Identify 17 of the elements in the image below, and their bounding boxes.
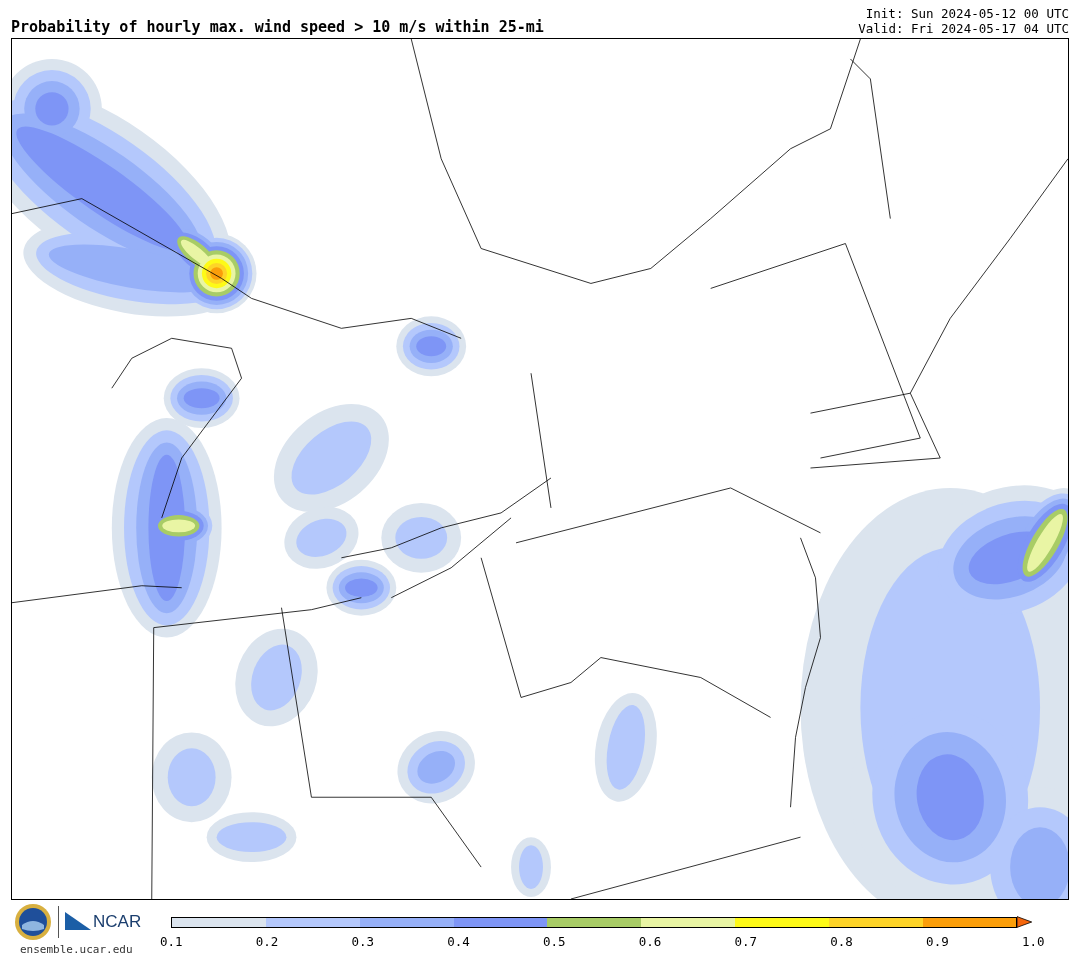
chart-title: Probability of hourly max. wind speed > 10 m/s within 25-mi xyxy=(11,18,544,36)
tick-label: 0.7 xyxy=(734,934,758,949)
tick-label: 0.9 xyxy=(926,934,949,949)
tick-label: 0.1 xyxy=(159,934,183,949)
init-time: Init: Sun 2024-05-12 00 UTC xyxy=(865,6,1069,21)
valid-time: Valid: Fri 2024-05-17 04 UTC xyxy=(858,21,1069,36)
tick-label: 0.8 xyxy=(830,934,853,949)
tick-label: 0.5 xyxy=(543,934,566,949)
tick-label: 1.0 xyxy=(1021,934,1045,949)
tick-label: 0.4 xyxy=(447,934,470,949)
logo-text: NCAR xyxy=(93,912,142,932)
tick-label: 0.3 xyxy=(351,934,374,949)
tick-label: 0.6 xyxy=(638,934,662,949)
triangle-logo-icon xyxy=(65,912,91,932)
website-text: ensemble.ucar.edu xyxy=(20,943,133,956)
tick-label: 0.2 xyxy=(255,934,279,949)
seal-icon xyxy=(14,903,52,941)
